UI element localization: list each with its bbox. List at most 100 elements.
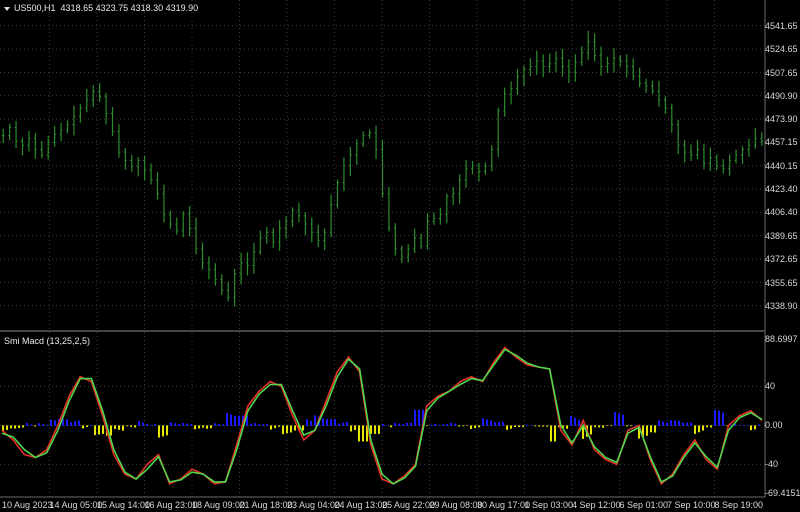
price-tick-label: 4507.65 [765,67,798,78]
indicator-tick-label: 40 [765,381,776,392]
histogram-bar [570,415,572,426]
price-tick-label: 4457.15 [765,137,798,148]
price-tick-label: 4490.90 [765,90,798,101]
histogram-bar [458,425,460,427]
histogram-bar [90,425,92,426]
ohlc-values: 4318.65 4323.75 4318.30 4319.90 [60,3,199,13]
histogram-bar [630,425,632,427]
price-tick-label: 4423.40 [765,183,798,194]
time-tick-label: 16 Aug 23:00 [144,500,198,510]
histogram-bar [82,425,84,429]
price-tick-label: 4389.65 [765,230,798,241]
histogram-bar [626,425,628,427]
histogram-bar [746,425,748,426]
histogram-bar [122,425,124,431]
histogram-bar [350,425,352,432]
histogram-bar [534,425,536,427]
indicator-tick-label: -40 [765,459,779,470]
histogram-bar [666,422,668,426]
histogram-bar [718,410,720,426]
histogram-bar [206,425,208,429]
price-tick-label: 4372.65 [765,254,798,265]
histogram-bar [418,409,420,426]
histogram-bar [654,425,656,433]
indicator-header[interactable]: Smi Macd (13,25,2,5) [4,336,90,346]
histogram-bar [486,419,488,426]
histogram-bar [266,424,268,426]
histogram-bar [442,424,444,426]
histogram-bar [294,425,296,431]
time-tick-label: 30 Aug 17:00 [477,500,531,510]
histogram-bar [326,419,328,426]
histogram-bar [210,425,212,429]
histogram-bar [78,420,80,426]
histogram-bar [498,422,500,426]
histogram-bar [510,425,512,429]
price-tick-label: 4338.90 [765,300,798,311]
trading-terminal-chart[interactable]: US500,H1 4318.65 4323.75 4318.30 4319.90… [0,0,800,512]
histogram-bar [306,419,308,426]
histogram-bar [374,425,376,434]
histogram-bar [514,425,516,428]
histogram-bar [158,425,160,438]
symbol-timeframe: US500,H1 [14,3,56,13]
histogram-bar [102,425,104,434]
histogram-bar [86,425,88,427]
histogram-bar [450,422,452,426]
histogram-bar [694,425,696,434]
indicator-lines [1,346,763,486]
histogram-bar [410,422,412,426]
indicator-tick-label: -69.4151 [765,488,800,498]
histogram-bar [134,425,136,428]
histogram-bar [714,409,716,426]
histogram-bar [38,423,40,426]
histogram-bar [34,425,36,427]
histogram-bar [402,424,404,426]
histogram-bar [706,425,708,428]
histogram-bar [114,425,116,429]
time-tick-label: 4 Sep 12:00 [572,500,621,510]
histogram-bar [590,425,592,435]
histogram-bar [542,425,544,427]
histogram-bar [466,425,468,426]
histogram-bar [174,423,176,426]
time-tick-label: 15 Aug 14:00 [97,500,151,510]
time-tick-label: 18 Aug 09:00 [192,500,246,510]
time-tick-label: 29 Aug 08:00 [429,500,483,510]
time-tick-label: 25 Aug 22:00 [382,500,436,510]
histogram-bar [470,425,472,429]
histogram-bar [218,423,220,426]
time-tick-label: 7 Sep 10:00 [667,500,716,510]
dropdown-arrow-icon[interactable] [4,6,10,11]
histogram-bar [118,425,120,430]
chart-header[interactable]: US500,H1 4318.65 4323.75 4318.30 4319.90 [4,3,198,13]
histogram-bar [434,423,436,426]
histogram-bar [682,422,684,426]
histogram-bar [758,424,760,426]
histogram-bar [14,425,16,429]
histogram-bar [98,425,100,435]
histogram-bar [378,425,380,434]
histogram-bar [50,419,52,426]
time-tick-label: 23 Aug 04:00 [287,500,341,510]
histogram-bar [338,423,340,426]
histogram-bar [46,424,48,426]
indicator-tick-label: 88.6997 [765,334,798,344]
chart-canvas[interactable] [0,0,800,512]
indicator-tick-label: 0.00 [765,420,783,431]
histogram-bar [66,419,68,426]
histogram-bar [6,425,8,430]
histogram-bar [262,424,264,426]
histogram-bar [362,425,364,442]
histogram-bar [314,415,316,426]
histogram-bar [566,425,568,429]
histogram-bar [274,425,276,429]
histogram-bar [198,425,200,429]
histogram-bar [302,425,304,431]
histogram-bar [162,425,164,437]
histogram-bar [618,413,620,426]
histogram-bar [754,425,756,430]
histogram-bar [10,425,12,429]
histogram-bar [646,425,648,436]
histogram-bar [250,423,252,426]
